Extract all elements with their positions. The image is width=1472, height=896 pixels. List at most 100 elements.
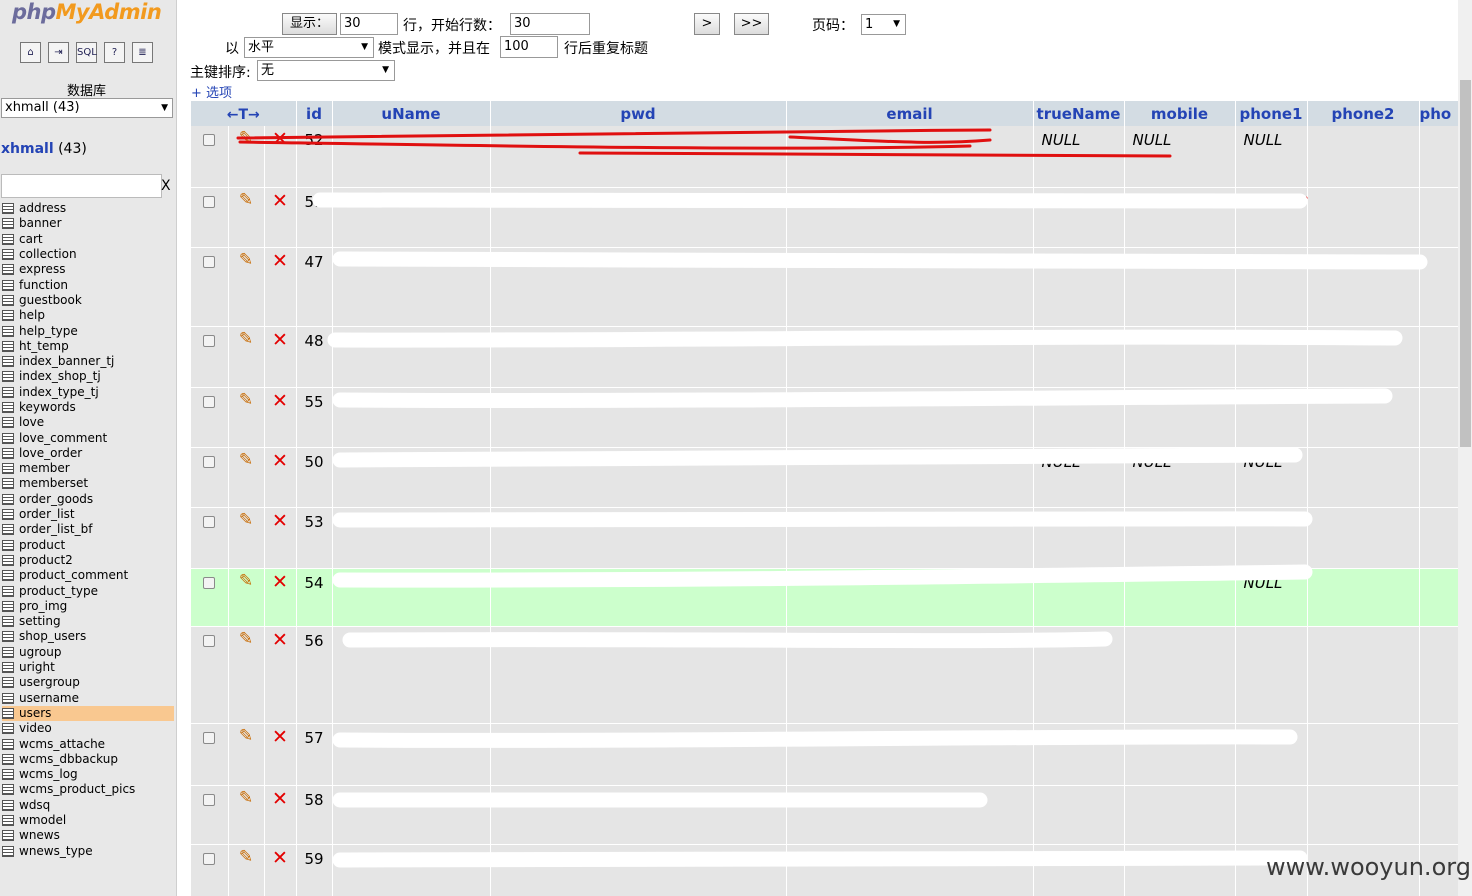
edit-pencil-icon[interactable]: ✎: [239, 329, 253, 349]
row-checkbox[interactable]: [203, 134, 216, 146]
delete-cross-icon[interactable]: ✕: [272, 190, 288, 212]
delete-cross-icon[interactable]: ✕: [272, 329, 288, 351]
database-select[interactable]: xhmall (43) ▼: [1, 98, 173, 118]
delete-cross-icon[interactable]: ✕: [272, 250, 288, 272]
column-header-phone3[interactable]: pho: [1419, 101, 1458, 126]
table-icon[interactable]: [2, 294, 14, 306]
row-checkbox[interactable]: [203, 634, 216, 647]
page-scrollbar[interactable]: [1458, 0, 1472, 896]
table-icon[interactable]: [2, 432, 14, 444]
row-checkbox[interactable]: [203, 455, 216, 468]
table-icon[interactable]: [2, 815, 14, 827]
table-icon[interactable]: [2, 402, 14, 413]
sidebar-item-keywords[interactable]: keywords: [2, 400, 174, 415]
sidebar-item-collection[interactable]: collection: [2, 247, 174, 262]
row-checkbox[interactable]: [203, 255, 216, 268]
table-icon[interactable]: [2, 554, 14, 566]
sidebar-item-product2[interactable]: product2: [2, 553, 174, 568]
sidebar-item-product[interactable]: product: [2, 538, 174, 553]
delete-cross-icon[interactable]: ✕: [272, 390, 288, 412]
table-icon[interactable]: [2, 478, 14, 490]
row-checkbox[interactable]: [203, 515, 216, 528]
sidebar-item-wcms-attache[interactable]: wcms_attache: [2, 736, 174, 751]
sidebar-item-wnews[interactable]: wnews: [2, 828, 174, 843]
table-icon[interactable]: [2, 356, 14, 368]
edit-pencil-icon[interactable]: ✎: [239, 629, 253, 649]
delete-cross-icon[interactable]: ✕: [272, 571, 288, 593]
sidebar-item-index-shop-tj[interactable]: index_shop_tj: [2, 369, 174, 384]
sidebar-item-order-goods[interactable]: order_goods: [2, 492, 174, 507]
table-icon[interactable]: [2, 325, 14, 337]
sidebar-item-wcms-log[interactable]: wcms_log: [2, 767, 174, 782]
row-checkbox[interactable]: [203, 576, 216, 589]
table-icon[interactable]: [2, 799, 14, 811]
table-icon[interactable]: [2, 264, 14, 276]
sidebar-item-guestbook[interactable]: guestbook: [2, 293, 174, 308]
sidebar-item-pro-img[interactable]: pro_img: [2, 599, 174, 614]
row-checkbox[interactable]: [203, 195, 216, 208]
sidebar-item-setting[interactable]: setting: [2, 614, 174, 629]
table-icon[interactable]: [2, 340, 14, 352]
sidebar-item-member[interactable]: member: [2, 461, 174, 476]
column-header-truename[interactable]: trueName: [1033, 101, 1125, 126]
table-icon[interactable]: [2, 830, 14, 842]
table-icon[interactable]: [2, 493, 14, 505]
edit-pencil-icon[interactable]: ✎: [239, 390, 253, 410]
column-header-id[interactable]: id: [296, 101, 333, 126]
column-header-phone2[interactable]: phone2: [1307, 101, 1420, 126]
delete-cross-icon[interactable]: ✕: [272, 128, 288, 150]
table-icon[interactable]: [2, 463, 14, 475]
table-icon[interactable]: [2, 616, 14, 628]
show-button[interactable]: 显示：: [282, 13, 337, 35]
sidebar-item-index-type-tj[interactable]: index_type_tj: [2, 385, 174, 400]
column-header-email[interactable]: email: [786, 101, 1034, 126]
table-icon[interactable]: [2, 753, 14, 765]
delete-cross-icon[interactable]: ✕: [272, 629, 288, 651]
help-icon[interactable]: ?: [104, 42, 125, 63]
next-page-button[interactable]: >: [694, 13, 720, 35]
sidebar-item-order-list-bf[interactable]: order_list_bf: [2, 522, 174, 537]
table-icon[interactable]: [2, 600, 14, 612]
table-icon[interactable]: [2, 677, 14, 689]
sidebar-item-wnews-type[interactable]: wnews_type: [2, 843, 174, 858]
table-icon[interactable]: [2, 570, 14, 582]
sidebar-item-ugroup[interactable]: ugroup: [2, 645, 174, 660]
table-icon[interactable]: [2, 417, 14, 429]
sidebar-item-address[interactable]: address: [2, 201, 174, 216]
sidebar-item-wdsq[interactable]: wdsq: [2, 798, 174, 813]
table-icon[interactable]: [2, 509, 14, 521]
edit-pencil-icon[interactable]: ✎: [239, 847, 253, 867]
edit-pencil-icon[interactable]: ✎: [239, 128, 253, 148]
edit-pencil-icon[interactable]: ✎: [239, 788, 253, 808]
sort-arrows-header[interactable]: ←T→: [191, 101, 297, 126]
table-icon[interactable]: [2, 692, 14, 704]
sidebar-item-love-comment[interactable]: love_comment: [2, 430, 174, 445]
edit-pencil-icon[interactable]: ✎: [239, 510, 253, 530]
sidebar-item-usergroup[interactable]: usergroup: [2, 675, 174, 690]
start-row-input[interactable]: 30: [510, 13, 590, 35]
table-icon[interactable]: [2, 723, 14, 735]
sidebar-item-love[interactable]: love: [2, 415, 174, 430]
table-icon[interactable]: [2, 769, 14, 781]
table-icon[interactable]: [2, 249, 14, 261]
row-checkbox[interactable]: [203, 395, 216, 408]
filter-clear-button[interactable]: X: [161, 178, 171, 194]
delete-cross-icon[interactable]: ✕: [272, 510, 288, 532]
edit-pencil-icon[interactable]: ✎: [239, 571, 253, 591]
table-icon[interactable]: [2, 784, 14, 796]
table-icon[interactable]: [2, 631, 14, 643]
sidebar-item-shop-users[interactable]: shop_users: [2, 629, 174, 644]
last-page-button[interactable]: >>: [734, 13, 769, 35]
sql-icon[interactable]: SQL: [76, 42, 97, 63]
table-icon[interactable]: [2, 738, 14, 750]
home-icon[interactable]: ⌂: [20, 42, 41, 63]
sidebar-item-uright[interactable]: uright: [2, 660, 174, 675]
sidebar-item-help[interactable]: help: [2, 308, 174, 323]
sidebar-item-product-comment[interactable]: product_comment: [2, 568, 174, 583]
delete-cross-icon[interactable]: ✕: [272, 847, 288, 869]
table-icon[interactable]: [2, 279, 14, 291]
sidebar-item-ht-temp[interactable]: ht_temp: [2, 339, 174, 354]
sidebar-item-cart[interactable]: cart: [2, 232, 174, 247]
column-header-pwd[interactable]: pwd: [490, 101, 787, 126]
database-title[interactable]: xhmall (43): [1, 141, 87, 157]
